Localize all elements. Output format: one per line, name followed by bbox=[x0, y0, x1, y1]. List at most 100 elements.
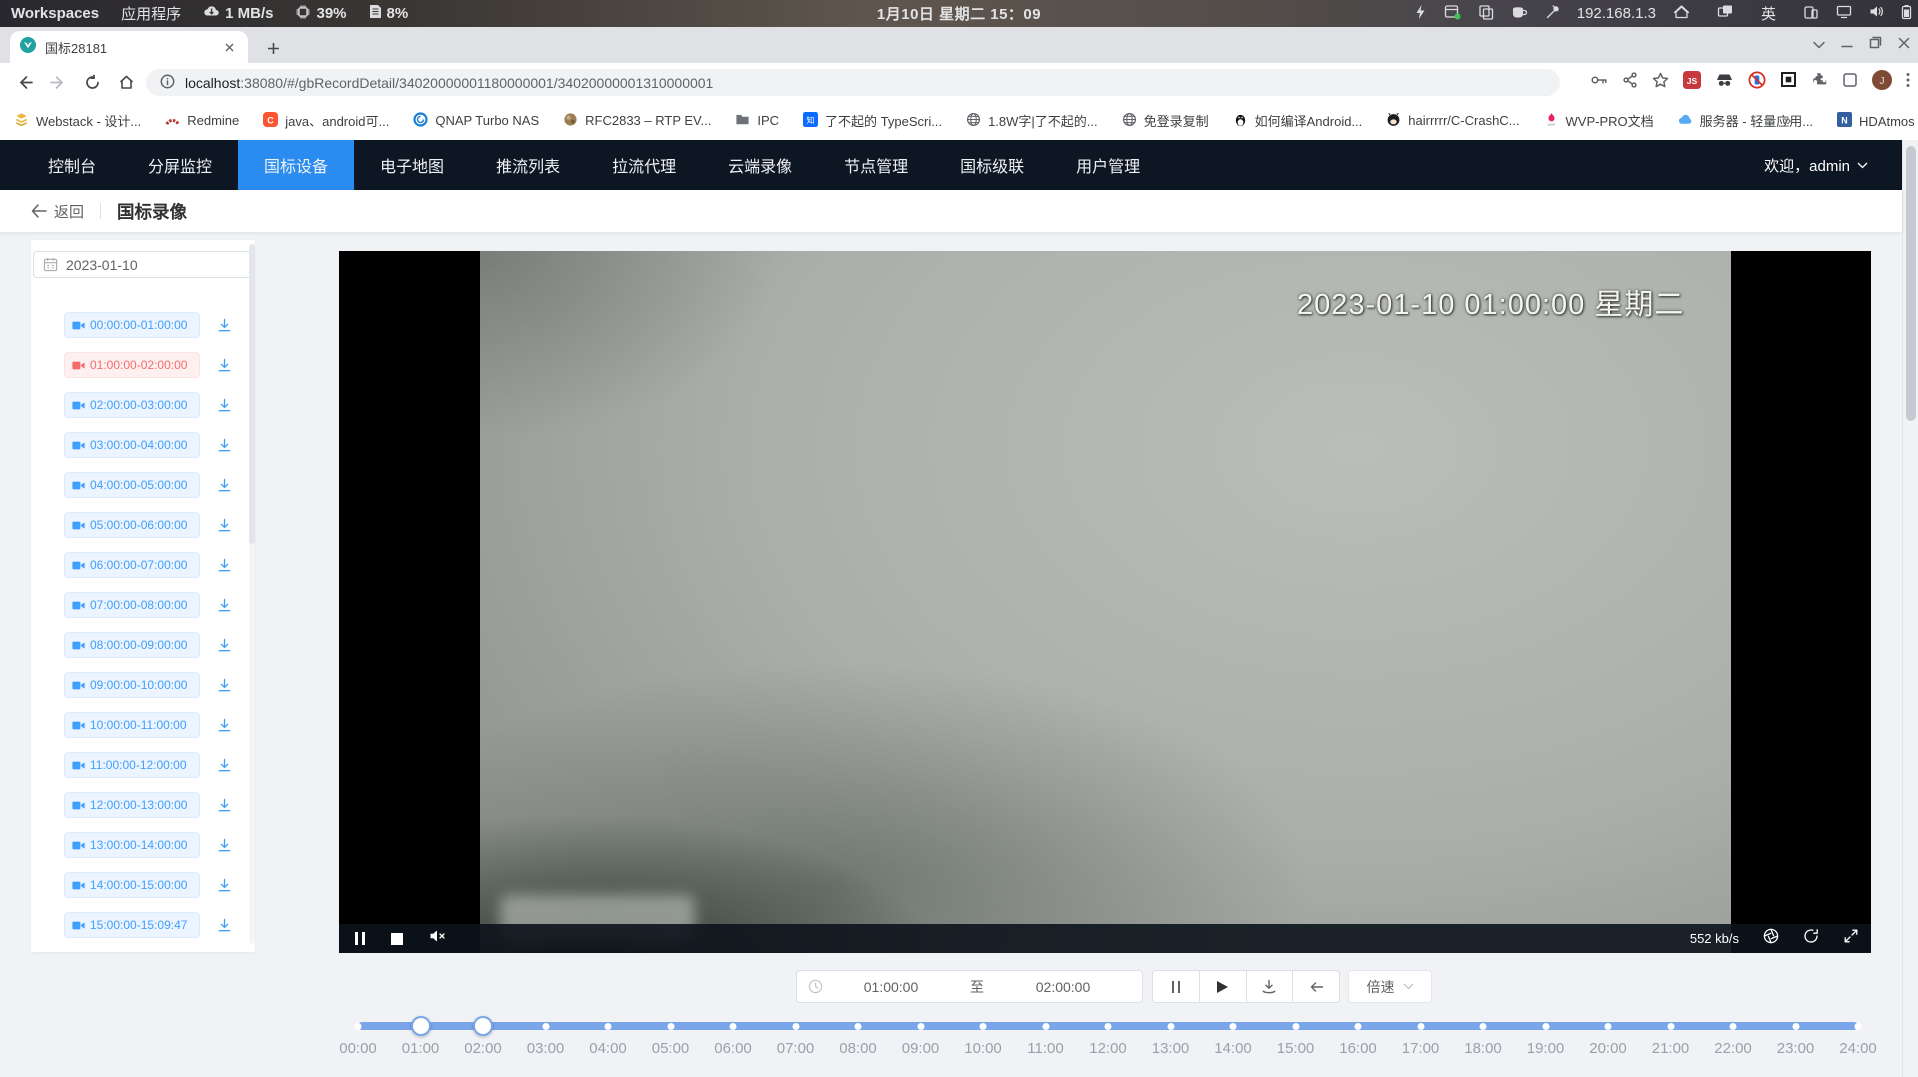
bookmark-android-build[interactable]: 如何编译Android... bbox=[1233, 111, 1363, 130]
bookmark-ipc-folder[interactable]: IPC bbox=[735, 112, 779, 130]
player-pause-icon[interactable] bbox=[355, 932, 365, 945]
back-button[interactable]: 返回 bbox=[54, 201, 84, 222]
browser-tab[interactable]: 国标28181 bbox=[10, 31, 248, 63]
download-segment-button[interactable] bbox=[217, 798, 232, 813]
bookmarks-overflow-chevron[interactable]: » bbox=[1783, 112, 1791, 129]
extensions-puzzle-icon[interactable] bbox=[1811, 71, 1828, 93]
bookmark-cloud-server[interactable]: 服务器 - 轻量应用... bbox=[1678, 111, 1813, 130]
video-player[interactable]: 2023-01-10 01:00:00 星期二 552 kb/s bbox=[339, 251, 1871, 953]
snapshot-shutter-icon[interactable] bbox=[1763, 928, 1779, 949]
coffee-tray-icon[interactable] bbox=[1511, 4, 1528, 24]
scrollbar-thumb[interactable] bbox=[1906, 146, 1916, 421]
range-end-value[interactable]: 02:00:00 bbox=[995, 979, 1131, 995]
speed-dropdown[interactable]: 倍速 bbox=[1348, 970, 1432, 1003]
download-segment-button[interactable] bbox=[217, 638, 232, 653]
segment-button[interactable]: 05:00:00-06:00:00 bbox=[64, 512, 200, 538]
segment-button[interactable]: 06:00:00-07:00:00 bbox=[64, 552, 200, 578]
window-restore-icon[interactable] bbox=[1869, 36, 1882, 54]
segment-button[interactable]: 00:00:00-01:00:00 bbox=[64, 312, 200, 338]
extension-incognito-icon[interactable] bbox=[1715, 72, 1734, 93]
profile-avatar[interactable]: J bbox=[1872, 70, 1892, 95]
tab-close-icon[interactable] bbox=[221, 39, 238, 56]
reload-icon[interactable] bbox=[77, 67, 107, 97]
download-segment-button[interactable] bbox=[217, 438, 232, 453]
bolt-tray-icon[interactable] bbox=[1414, 4, 1427, 24]
download-button[interactable] bbox=[1247, 971, 1294, 1002]
segment-button[interactable]: 15:00:00-15:09:47 bbox=[64, 912, 200, 938]
home-tray-icon[interactable] bbox=[1673, 4, 1690, 24]
clipboard-copy-tray-icon[interactable] bbox=[1478, 4, 1494, 24]
nav-tab[interactable]: 分屏监控 bbox=[122, 140, 238, 190]
download-segment-button[interactable] bbox=[217, 678, 232, 693]
password-key-icon[interactable] bbox=[1590, 72, 1608, 93]
download-segment-button[interactable] bbox=[217, 878, 232, 893]
bookmark-github[interactable]: hairrrrr/C-CrashC... bbox=[1386, 112, 1519, 130]
download-segment-button[interactable] bbox=[217, 758, 232, 773]
bookmark-redmine[interactable]: Redmine bbox=[165, 112, 239, 130]
segment-button[interactable]: 12:00:00-13:00:00 bbox=[64, 792, 200, 818]
timeline-handle-end[interactable] bbox=[473, 1016, 493, 1036]
nav-tab[interactable]: 国标级联 bbox=[934, 140, 1050, 190]
workspaces-button[interactable]: Workspaces bbox=[11, 5, 99, 22]
bookmark-qnap[interactable]: QNAP Turbo NAS bbox=[413, 112, 539, 130]
window-minimize-icon[interactable] bbox=[1841, 36, 1853, 54]
nav-tab[interactable]: 国标设备 bbox=[238, 140, 354, 190]
forward-icon[interactable] bbox=[43, 67, 73, 97]
range-start-value[interactable]: 01:00:00 bbox=[823, 979, 959, 995]
timeline-handle-start[interactable] bbox=[411, 1016, 431, 1036]
tab-search-icon[interactable] bbox=[1813, 36, 1825, 54]
extension-screen-capture-icon[interactable] bbox=[1780, 71, 1797, 93]
clock[interactable]: 1月10日 星期二 15：09 bbox=[877, 3, 1041, 24]
segment-button[interactable]: 14:00:00-15:00:00 bbox=[64, 872, 200, 898]
window-close-icon[interactable] bbox=[1898, 36, 1910, 54]
nav-tab[interactable]: 电子地图 bbox=[354, 140, 470, 190]
segment-button[interactable]: 11:00:00-12:00:00 bbox=[64, 752, 200, 778]
bookmark-hdatmos[interactable]: NHDAtmos :: 种子 *... bbox=[1837, 111, 1918, 130]
download-segment-button[interactable] bbox=[217, 598, 232, 613]
bookmark-typescript-article[interactable]: 1.8W字|了不起的... bbox=[966, 111, 1098, 130]
back-arrow-icon[interactable] bbox=[31, 204, 47, 218]
segment-button[interactable]: 09:00:00-10:00:00 bbox=[64, 672, 200, 698]
display-icon[interactable] bbox=[1836, 4, 1852, 23]
extension-no-phone-icon[interactable] bbox=[1748, 71, 1766, 94]
download-segment-button[interactable] bbox=[217, 318, 232, 333]
bookmark-copy-free[interactable]: 免登录复制 bbox=[1122, 111, 1209, 130]
bookmark-zhihu[interactable]: 知了不起的 TypeScri... bbox=[803, 111, 942, 130]
reading-list-icon[interactable] bbox=[1842, 72, 1858, 93]
phone-link-icon[interactable] bbox=[1803, 4, 1819, 24]
browser-menu-icon[interactable] bbox=[1906, 72, 1910, 93]
download-segment-button[interactable] bbox=[217, 558, 232, 573]
download-segment-button[interactable] bbox=[217, 838, 232, 853]
extension-js-icon[interactable]: JS bbox=[1683, 71, 1701, 94]
segment-button[interactable]: 04:00:00-05:00:00 bbox=[64, 472, 200, 498]
color-picker-tray-icon[interactable] bbox=[1545, 4, 1560, 24]
segment-button[interactable]: 07:00:00-08:00:00 bbox=[64, 592, 200, 618]
seek-back-button[interactable] bbox=[1293, 971, 1339, 1002]
download-segment-button[interactable] bbox=[217, 358, 232, 373]
date-picker-input[interactable]: 2023-01-10 bbox=[33, 251, 253, 278]
page-scrollbar[interactable] bbox=[1902, 140, 1918, 1077]
download-segment-button[interactable] bbox=[217, 478, 232, 493]
bookmark-star-icon[interactable] bbox=[1652, 72, 1669, 93]
nav-tab[interactable]: 推流列表 bbox=[470, 140, 586, 190]
nav-tab[interactable]: 控制台 bbox=[22, 140, 122, 190]
segment-button[interactable]: 08:00:00-09:00:00 bbox=[64, 632, 200, 658]
user-menu[interactable]: 欢迎，admin bbox=[1764, 140, 1868, 190]
app-window-tray-icon[interactable] bbox=[1444, 4, 1461, 24]
download-segment-button[interactable] bbox=[217, 918, 232, 933]
player-mute-icon[interactable] bbox=[429, 929, 446, 948]
nav-tab[interactable]: 用户管理 bbox=[1050, 140, 1166, 190]
back-icon[interactable] bbox=[9, 67, 39, 97]
download-segment-button[interactable] bbox=[217, 518, 232, 533]
battery-icon[interactable] bbox=[1901, 4, 1912, 24]
nav-tab[interactable]: 节点管理 bbox=[818, 140, 934, 190]
workspace-switcher-icon[interactable] bbox=[1717, 4, 1734, 23]
fullscreen-icon[interactable] bbox=[1843, 928, 1859, 949]
segment-button[interactable]: 10:00:00-11:00:00 bbox=[64, 712, 200, 738]
bookmark-rfc[interactable]: RFC2833 – RTP EV... bbox=[563, 112, 711, 130]
download-segment-button[interactable] bbox=[217, 398, 232, 413]
segment-button[interactable]: 01:00:00-02:00:00 bbox=[64, 352, 200, 378]
download-segment-button[interactable] bbox=[217, 718, 232, 733]
share-icon[interactable] bbox=[1622, 72, 1638, 93]
pause-button[interactable] bbox=[1153, 971, 1200, 1002]
